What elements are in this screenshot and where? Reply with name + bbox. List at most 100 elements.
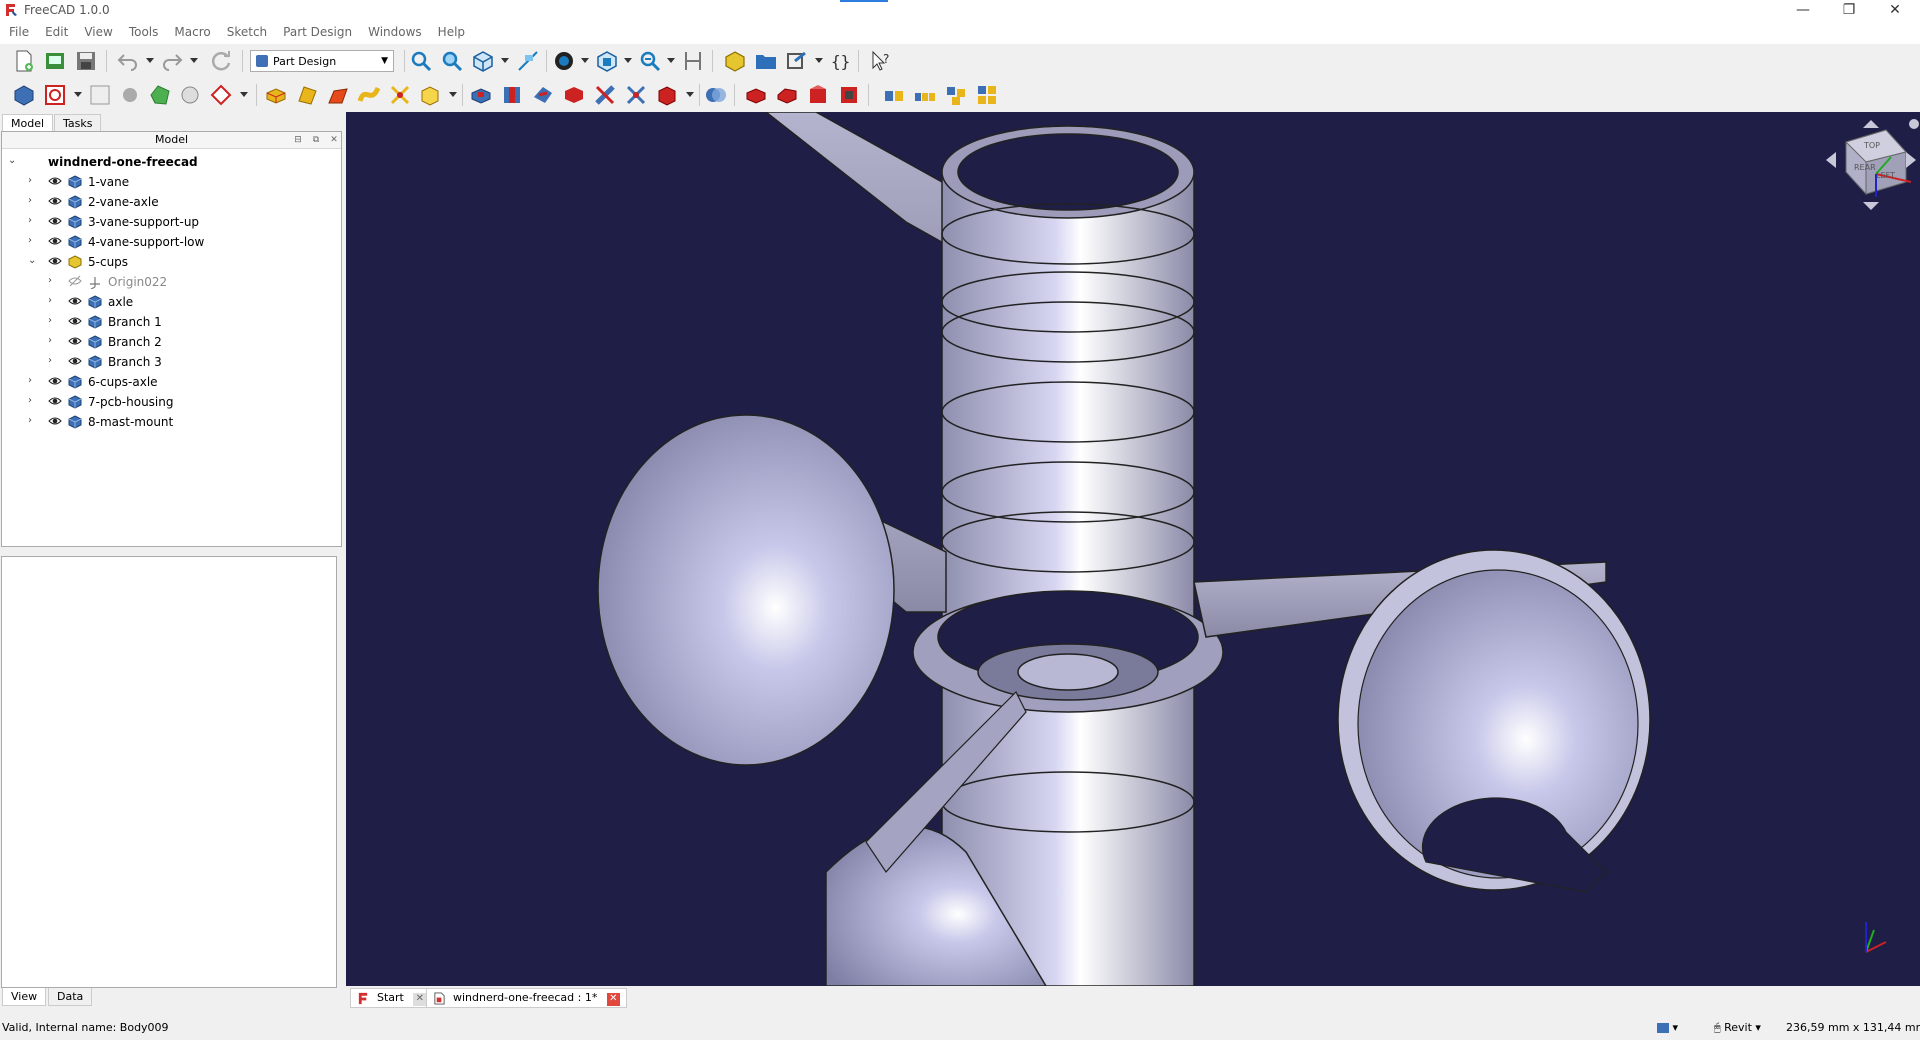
std-views-dropdown-icon[interactable] [624, 58, 632, 63]
collapse-icon[interactable]: ⊟ [292, 134, 304, 146]
additive-primitive-icon[interactable] [418, 83, 442, 107]
draw-style-dropdown-icon[interactable] [581, 58, 589, 63]
tree-item[interactable]: › 4-vane-support-low [2, 232, 341, 252]
navigation-style-button[interactable]: 🖱 Revit ▾ [1714, 1021, 1761, 1035]
menu-sketch[interactable]: Sketch [218, 22, 274, 39]
fit-all-icon[interactable] [409, 49, 433, 73]
dimension-readout[interactable]: 236,59 mm x 131,44 mm ▾ [1786, 1021, 1920, 1034]
link-icon[interactable] [785, 49, 809, 73]
zoom-icon[interactable] [638, 49, 662, 73]
maximize-button[interactable]: ❐ [1826, 0, 1872, 22]
eye-icon[interactable] [68, 355, 82, 367]
navcube-rotate-left-icon[interactable] [1826, 152, 1836, 168]
menu-windows[interactable]: Windows [359, 22, 429, 39]
additive-helix-icon[interactable] [388, 83, 412, 107]
tree-item[interactable]: › Branch 2 [2, 332, 341, 352]
tree-item[interactable]: › Origin022 [2, 272, 341, 292]
eye-icon[interactable] [48, 195, 62, 207]
measure-icon[interactable] [516, 49, 540, 73]
workbench-selector[interactable]: Part Design ▼ [250, 50, 394, 72]
measure-distance-icon[interactable] [681, 49, 705, 73]
draw-style-icon[interactable] [552, 49, 576, 73]
eye-icon[interactable] [48, 175, 62, 187]
navcube-menu-icon[interactable] [1909, 119, 1919, 129]
minimize-button[interactable]: — [1780, 0, 1826, 22]
isometric-view-icon[interactable] [471, 49, 495, 73]
datum-dropdown-icon[interactable] [240, 92, 248, 97]
float-panel-icon[interactable]: ⧉ [310, 134, 322, 146]
3d-model-render[interactable]: REAR LEFT TOP [346, 112, 1920, 986]
navcube-rotate-down-icon[interactable] [1863, 202, 1879, 210]
eye-icon[interactable] [48, 415, 62, 427]
tab-model[interactable]: Model [2, 114, 54, 132]
menu-tools[interactable]: Tools [120, 22, 166, 39]
navcube-rotate-up-icon[interactable] [1863, 120, 1879, 128]
undo-icon[interactable] [116, 49, 140, 73]
view-mode-button[interactable]: ▾ [1657, 1021, 1678, 1034]
chevron-right-icon[interactable]: › [48, 275, 58, 286]
chevron-down-icon[interactable]: ⌄ [8, 155, 18, 166]
tab-windnerd-document[interactable]: windnerd-one-freecad : 1* ✕ [426, 988, 627, 1008]
subtractive-loft-icon[interactable] [562, 83, 586, 107]
subtractive-primitive-icon[interactable] [655, 83, 679, 107]
chevron-right-icon[interactable]: › [28, 235, 38, 246]
additive-pipe-icon[interactable] [357, 83, 381, 107]
shape-binder-icon[interactable] [148, 83, 172, 107]
tree-item[interactable]: › 8-mast-mount [2, 412, 341, 432]
clone-icon[interactable] [178, 83, 202, 107]
tree-item[interactable]: › 7-pcb-housing [2, 392, 341, 412]
chevron-right-icon[interactable]: › [48, 295, 58, 306]
menu-file[interactable]: File [0, 22, 36, 39]
create-group-icon[interactable] [754, 49, 778, 73]
open-document-icon[interactable] [43, 49, 67, 73]
additive-loft-icon[interactable] [326, 83, 350, 107]
eye-icon[interactable] [68, 295, 82, 307]
whats-this-icon[interactable]: ? [869, 49, 893, 73]
menu-edit[interactable]: Edit [36, 22, 75, 39]
draft-icon[interactable] [806, 83, 830, 107]
fillet-icon[interactable] [744, 83, 768, 107]
chevron-right-icon[interactable]: › [28, 215, 38, 226]
close-panel-icon[interactable]: ✕ [328, 134, 340, 146]
subtractive-helix-icon[interactable] [624, 83, 648, 107]
tab-view[interactable]: View [2, 988, 47, 1006]
redo-icon[interactable] [160, 49, 184, 73]
chevron-right-icon[interactable]: › [28, 415, 38, 426]
chevron-right-icon[interactable]: › [28, 395, 38, 406]
tree-item[interactable]: › Branch 1 [2, 312, 341, 332]
tab-start[interactable]: Start ✕ [350, 988, 434, 1008]
tree-item[interactable]: › 2-vane-axle [2, 192, 341, 212]
datum-plane-icon[interactable] [209, 83, 233, 107]
std-views-icon[interactable] [595, 49, 619, 73]
zoom-dropdown-icon[interactable] [667, 58, 675, 63]
eye-hidden-icon[interactable] [68, 275, 82, 287]
save-document-icon[interactable] [74, 49, 98, 73]
linear-pattern-icon[interactable] [913, 83, 937, 107]
revolution-icon[interactable] [295, 83, 319, 107]
tree-item[interactable]: › Branch 3 [2, 352, 341, 372]
tree-item[interactable]: ⌄ windnerd-one-freecad [2, 152, 341, 172]
point-icon[interactable] [118, 83, 142, 107]
eye-icon[interactable] [48, 215, 62, 227]
navcube-rotate-right-icon[interactable] [1906, 152, 1916, 168]
multi-transform-icon[interactable] [975, 83, 999, 107]
chevron-down-icon[interactable]: ⌄ [28, 255, 38, 266]
eye-icon[interactable] [48, 375, 62, 387]
pad-icon[interactable] [264, 83, 288, 107]
close-tab-icon[interactable]: ✕ [413, 993, 427, 1006]
3d-viewport[interactable]: REAR LEFT TOP [346, 112, 1920, 986]
fit-selection-icon[interactable] [440, 49, 464, 73]
chamfer-icon[interactable] [775, 83, 799, 107]
menu-macro[interactable]: Macro [165, 22, 217, 39]
create-part-icon[interactable] [723, 49, 747, 73]
eye-icon[interactable] [68, 335, 82, 347]
menu-view[interactable]: View [75, 22, 119, 39]
tree-item[interactable]: ⌄ 5-cups [2, 252, 341, 272]
chevron-right-icon[interactable]: › [28, 195, 38, 206]
eye-icon[interactable] [68, 315, 82, 327]
pocket-icon[interactable] [469, 83, 493, 107]
eye-icon[interactable] [48, 395, 62, 407]
link-dropdown-icon[interactable] [815, 58, 823, 63]
tree-item[interactable]: › 6-cups-axle [2, 372, 341, 392]
tree-item[interactable]: › axle [2, 292, 341, 312]
